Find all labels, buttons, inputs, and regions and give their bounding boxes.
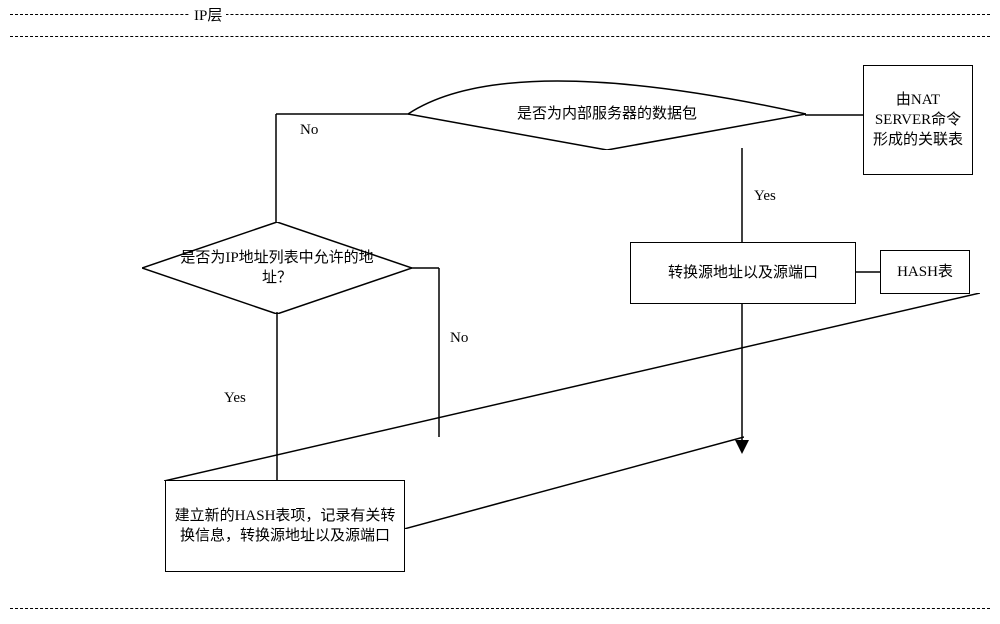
d2-yes-label: Yes [222,390,248,407]
d1-yes-label: Yes [752,188,778,205]
d1-no-label: No [298,122,320,139]
box-association-table-text: 由NAT SERVER命令形成的关联表 [872,90,964,151]
d2-no-label: No [448,330,470,347]
decision-internal-server: 是否为内部服务器的数据包 [408,78,806,150]
decision-allowed-ip: 是否为IP地址列表中允许的地址？ [142,222,412,314]
layer-label: IP层 [190,4,226,25]
decision-allowed-ip-text: 是否为IP地址列表中允许的地址？ [142,248,412,289]
top-dashed-line [10,14,990,15]
box-new-hash-entry: 建立新的HASH表项，记录有关转换信息，转换源地址以及源端口 [165,480,405,572]
box-convert-source: 转换源地址以及源端口 [630,242,856,304]
box-hash-table: HASH表 [880,250,970,294]
second-dashed-line [10,36,990,37]
box-convert-source-text: 转换源地址以及源端口 [668,263,818,283]
bottom-dashed-line [10,608,990,609]
decision-internal-server-text: 是否为内部服务器的数据包 [487,104,727,124]
box-hash-table-text: HASH表 [897,262,953,282]
box-new-hash-entry-text: 建立新的HASH表项，记录有关转换信息，转换源地址以及源端口 [174,506,396,547]
box-association-table: 由NAT SERVER命令形成的关联表 [863,65,973,175]
arrowhead-main [735,440,749,454]
